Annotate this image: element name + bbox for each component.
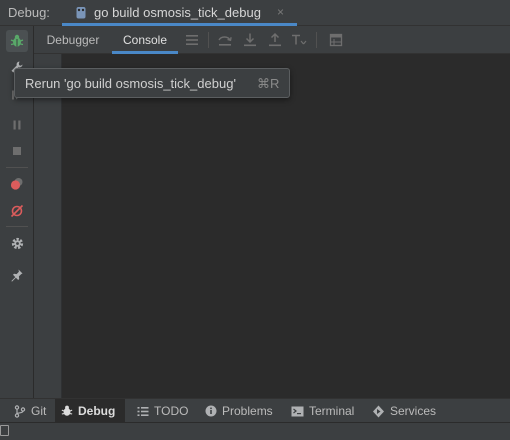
pause-icon[interactable] [6, 114, 28, 136]
bug-icon [61, 405, 73, 416]
debug-rerun-icon[interactable] [6, 30, 28, 52]
services-icon [373, 405, 384, 417]
terminal-icon [291, 406, 304, 416]
strip-divider [6, 226, 28, 227]
tool-window-todo[interactable]: TODO [131, 399, 194, 423]
stop-icon[interactable] [6, 140, 28, 162]
window-bottom-edge [0, 422, 510, 440]
close-tab-icon[interactable]: × [277, 5, 284, 19]
tool-window-terminal[interactable]: Terminal [285, 399, 360, 423]
mute-breakpoints-icon[interactable] [6, 200, 28, 222]
hamburger-menu-icon[interactable] [183, 31, 201, 49]
tab-debugger[interactable]: Debugger [38, 26, 108, 54]
tab-console-label: Console [122, 33, 168, 47]
tool-window-git-label: Git [31, 404, 47, 418]
list-icon [137, 406, 149, 416]
tool-window-todo-label: TODO [154, 404, 189, 418]
git-branch-icon [14, 404, 26, 418]
tool-window-debug[interactable]: Debug [55, 399, 125, 423]
pin-icon[interactable] [6, 264, 28, 286]
strip-divider [6, 167, 28, 168]
tool-window-problems-label: Problems [222, 404, 273, 418]
debug-titlebar: Debug: go build osmosis_tick_debug × [0, 0, 510, 26]
tool-window-git[interactable]: Git [8, 399, 52, 423]
step-into-icon[interactable] [241, 31, 259, 49]
tool-window-services[interactable]: Services [366, 399, 442, 423]
tool-window-terminal-label: Terminal [309, 404, 355, 418]
tab-debugger-label: Debugger [46, 33, 100, 47]
tool-window-bar: Git Debug TODO Problems Terminal Service… [0, 398, 510, 423]
step-out-icon[interactable] [266, 31, 284, 49]
tool-window-services-label: Services [390, 404, 437, 418]
tab-console[interactable]: Console [112, 26, 178, 54]
info-circle-icon [205, 405, 217, 417]
tooltip-text: Rerun 'go build osmosis_tick_debug' [25, 76, 236, 91]
run-config-tab-title: go build osmosis_tick_debug [94, 5, 261, 20]
evaluate-icon[interactable] [327, 31, 345, 49]
tool-window-toggle-icon[interactable] [0, 425, 9, 436]
rerun-tooltip: Rerun 'go build osmosis_tick_debug' ⌘R [14, 68, 290, 98]
tool-window-debug-label: Debug [78, 404, 116, 418]
console-output[interactable] [62, 54, 510, 398]
run-to-cursor-icon[interactable] [290, 31, 308, 49]
debug-toolbar: Debugger Console [34, 26, 510, 54]
run-config-tab[interactable]: go build osmosis_tick_debug × [62, 0, 297, 26]
settings-icon[interactable] [6, 232, 28, 254]
tooltip-shortcut: ⌘R [257, 76, 280, 91]
view-breakpoints-icon[interactable] [6, 173, 28, 195]
step-over-icon[interactable] [216, 31, 234, 49]
toolbar-divider [316, 32, 317, 48]
gopher-file-icon [76, 7, 86, 19]
toolbar-divider [208, 32, 209, 48]
tool-window-problems[interactable]: Problems [199, 399, 279, 423]
debug-label: Debug: [8, 5, 50, 20]
